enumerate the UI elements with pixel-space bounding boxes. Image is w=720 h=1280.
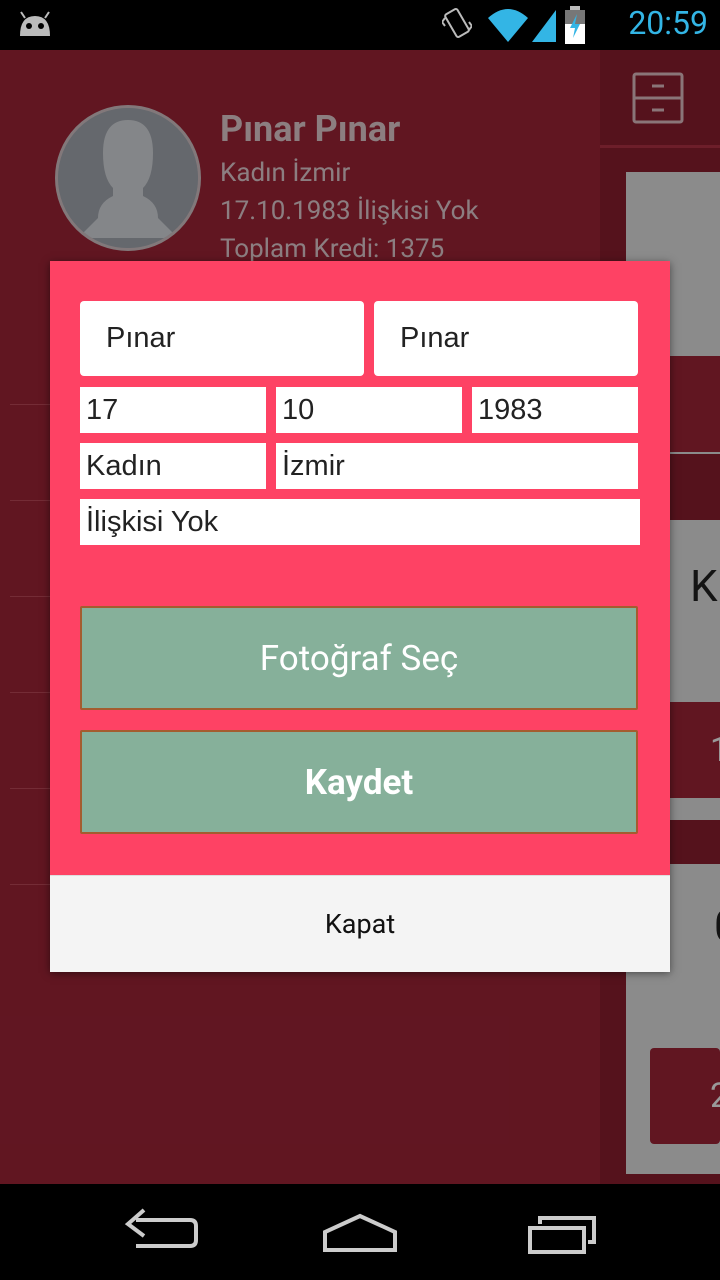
relationship-input[interactable]: [80, 499, 640, 545]
wifi-icon: [488, 9, 528, 42]
back-icon[interactable]: [106, 1198, 216, 1268]
vibrate-icon: [442, 7, 472, 39]
navigation-bar: [0, 1184, 720, 1280]
status-clock: 20:59: [628, 4, 708, 42]
last-name-input[interactable]: [374, 301, 638, 376]
edit-profile-dialog: Fotoğraf Seç Kaydet Kapat: [50, 261, 670, 972]
battery-charging-icon: [565, 6, 585, 44]
gender-input[interactable]: [80, 443, 266, 489]
save-button[interactable]: Kaydet: [80, 730, 638, 834]
birth-year-input[interactable]: [472, 387, 638, 433]
birth-day-input[interactable]: [80, 387, 266, 433]
signal-icon: [532, 10, 556, 42]
home-icon[interactable]: [305, 1198, 415, 1268]
recent-apps-icon[interactable]: [508, 1198, 618, 1268]
birth-month-input[interactable]: [276, 387, 462, 433]
choose-photo-button[interactable]: Fotoğraf Seç: [80, 606, 638, 710]
close-button[interactable]: Kapat: [50, 875, 670, 972]
status-bar: 20:59: [0, 0, 720, 50]
first-name-input[interactable]: [80, 301, 364, 376]
android-debug-icon: [20, 11, 50, 36]
city-input[interactable]: [276, 443, 638, 489]
dialog-body: Fotoğraf Seç Kaydet: [50, 261, 670, 875]
